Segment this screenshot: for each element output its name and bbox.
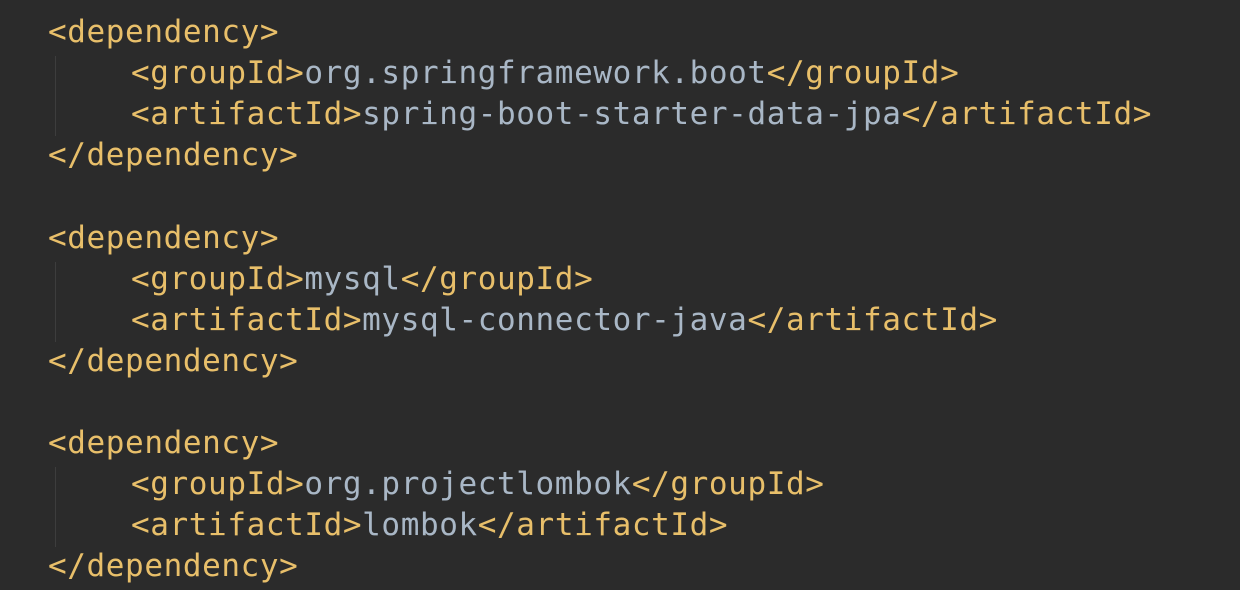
dependency-close-tag: </dependency>: [48, 343, 299, 379]
dependency-open-tag: <dependency>: [48, 220, 280, 256]
artifact-id-value: mysql-connector-java: [362, 302, 748, 338]
artifact-id-close-tag: </artifactId>: [747, 302, 998, 338]
indent-guide: [55, 56, 56, 136]
artifact-id-open-tag: <artifactId>: [131, 96, 363, 132]
code-line-artifact-id[interactable]: <artifactId>mysql-connector-java</artifa…: [131, 300, 998, 341]
indent-guide: [55, 262, 56, 342]
artifact-id-open-tag: <artifactId>: [131, 507, 363, 543]
code-line-dependency-open[interactable]: <dependency>: [48, 423, 279, 464]
indent-guide: [55, 467, 56, 547]
group-id-open-tag: <groupId>: [131, 466, 305, 502]
code-line-artifact-id[interactable]: <artifactId>lombok</artifactId>: [131, 505, 728, 546]
group-id-value: org.springframework.boot: [304, 55, 767, 91]
group-id-close-tag: </groupId>: [766, 55, 960, 91]
code-line-dependency-open[interactable]: <dependency>: [48, 218, 279, 259]
group-id-open-tag: <groupId>: [131, 261, 305, 297]
artifact-id-open-tag: <artifactId>: [131, 302, 363, 338]
code-line-artifact-id[interactable]: <artifactId>spring-boot-starter-data-jpa…: [131, 94, 1152, 135]
artifact-id-close-tag: </artifactId>: [477, 507, 729, 543]
code-line-dependency-open[interactable]: <dependency>: [48, 12, 279, 53]
group-id-open-tag: <groupId>: [131, 55, 305, 91]
group-id-close-tag: </groupId>: [400, 261, 594, 297]
code-line-dependency-close[interactable]: </dependency>: [48, 135, 298, 176]
code-line-group-id[interactable]: <groupId>org.projectlombok</groupId>: [131, 464, 825, 505]
code-line-group-id[interactable]: <groupId>mysql</groupId>: [131, 259, 593, 300]
dependency-close-tag: </dependency>: [48, 548, 299, 584]
code-line-dependency-close[interactable]: </dependency>: [48, 546, 298, 587]
code-editor[interactable]: <dependency> <groupId>org.springframewor…: [0, 0, 1240, 590]
dependency-open-tag: <dependency>: [48, 425, 280, 461]
code-line-dependency-close[interactable]: </dependency>: [48, 341, 298, 382]
artifact-id-close-tag: </artifactId>: [901, 96, 1152, 132]
code-line-group-id[interactable]: <groupId>org.springframework.boot</group…: [131, 53, 959, 94]
group-id-close-tag: </groupId>: [631, 466, 825, 502]
artifact-id-value: lombok: [362, 507, 478, 543]
group-id-value: mysql: [304, 261, 401, 297]
dependency-open-tag: <dependency>: [48, 14, 280, 50]
artifact-id-value: spring-boot-starter-data-jpa: [362, 96, 902, 132]
group-id-value: org.projectlombok: [304, 466, 632, 502]
dependency-close-tag: </dependency>: [48, 137, 299, 173]
